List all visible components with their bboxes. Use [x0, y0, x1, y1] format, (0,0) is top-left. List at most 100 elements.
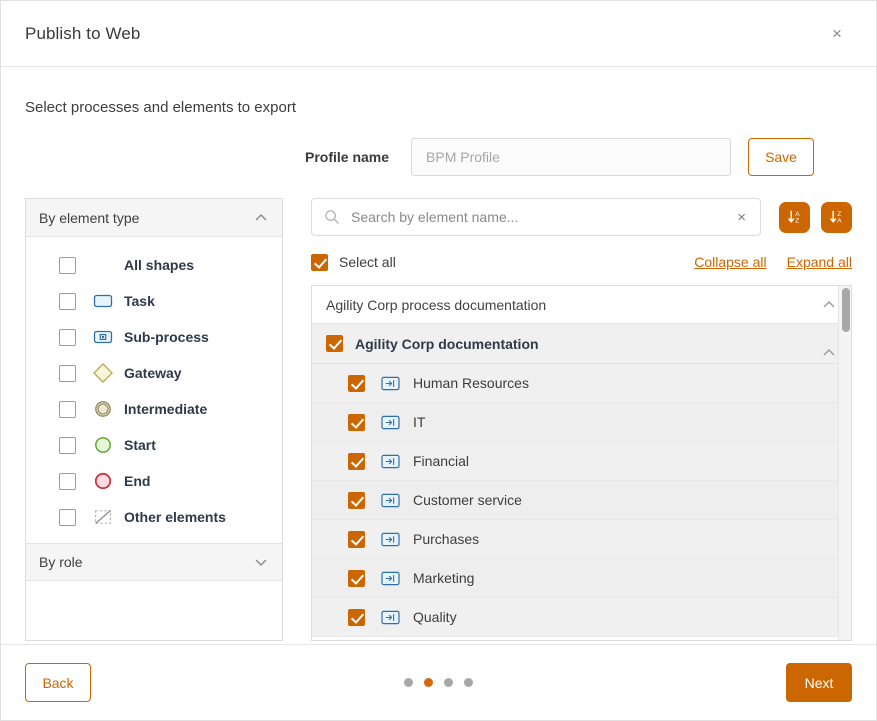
- step-dot[interactable]: [464, 678, 473, 687]
- element-type-row[interactable]: End: [26, 463, 282, 499]
- element-type-label: Gateway: [124, 365, 182, 381]
- tree-node-row[interactable]: IT: [312, 403, 851, 442]
- element-type-checkbox[interactable]: [59, 328, 76, 346]
- tree-node-row[interactable]: Marketing: [312, 559, 851, 598]
- gateway-icon: [92, 362, 114, 384]
- element-type-checkbox[interactable]: [59, 472, 76, 490]
- tree-node-checkbox[interactable]: [348, 491, 365, 509]
- element-type-label: Sub-process: [124, 329, 209, 345]
- step-indicator: [1, 678, 876, 687]
- element-type-row[interactable]: Gateway: [26, 355, 282, 391]
- tree-node-row[interactable]: Customer service: [312, 481, 851, 520]
- step-dot[interactable]: [424, 678, 433, 687]
- by-role-empty-area: [26, 581, 282, 640]
- selection-panel: × A Z Z A: [311, 198, 852, 641]
- step-dot[interactable]: [404, 678, 413, 687]
- svg-text:Z: Z: [795, 218, 799, 225]
- chevron-up-icon[interactable]: [821, 345, 837, 363]
- accordion-by-element-type-label: By element type: [39, 209, 140, 226]
- tree-node-checkbox[interactable]: [348, 452, 365, 470]
- element-type-checkbox[interactable]: [59, 508, 76, 526]
- task-icon: [92, 290, 114, 312]
- accordion-by-role[interactable]: By role: [26, 543, 282, 581]
- tree-node-label: Financial: [413, 453, 470, 469]
- element-type-label: Start: [124, 437, 156, 453]
- element-type-checkbox[interactable]: [59, 256, 76, 274]
- tree-group-row[interactable]: Agility Corp documentation: [312, 324, 851, 364]
- back-button[interactable]: Back: [25, 663, 91, 702]
- end-icon: [92, 470, 114, 492]
- process-tree-inner: Agility Corp process documentation Agili…: [312, 286, 851, 637]
- chevron-up-icon[interactable]: [821, 297, 837, 313]
- tree-node-checkbox[interactable]: [348, 374, 365, 392]
- tree-action-links: Collapse all Expand all: [694, 254, 852, 270]
- tree-node-checkbox[interactable]: [348, 569, 365, 587]
- sort-z-a-button[interactable]: Z A: [821, 201, 852, 233]
- intermediate-icon: [92, 398, 114, 420]
- collapse-all-link[interactable]: Collapse all: [694, 254, 766, 270]
- tree-node-list: Human Resources IT Financial Customer servi…: [312, 364, 851, 637]
- chevron-down-icon: [253, 554, 269, 570]
- element-type-checkbox[interactable]: [59, 364, 76, 382]
- tree-root-label: Agility Corp process documentation: [326, 296, 547, 313]
- step-dot[interactable]: [444, 678, 453, 687]
- publish-to-web-dialog: Publish to Web × Select processes and el…: [0, 0, 877, 721]
- search-input[interactable]: [351, 209, 734, 225]
- sub-process-icon: [381, 493, 400, 508]
- profile-name-row: Profile name Save: [25, 138, 852, 176]
- element-type-checkbox[interactable]: [59, 436, 76, 454]
- element-type-checkbox[interactable]: [59, 292, 76, 310]
- tree-group-label: Agility Corp documentation: [355, 335, 539, 352]
- search-icon: [324, 209, 340, 225]
- tree-scrollbar[interactable]: [838, 286, 851, 640]
- tree-node-row[interactable]: Financial: [312, 442, 851, 481]
- element-type-checkbox[interactable]: [59, 400, 76, 418]
- tree-node-row[interactable]: Purchases: [312, 520, 851, 559]
- element-type-label: Other elements: [124, 509, 226, 525]
- tree-node-checkbox[interactable]: [348, 413, 365, 431]
- sub-process-icon: [381, 610, 400, 625]
- dialog-body: Select processes and elements to export …: [1, 67, 876, 644]
- sub-process-icon: [381, 454, 400, 469]
- select-all-checkbox[interactable]: [311, 253, 328, 271]
- save-button[interactable]: Save: [748, 138, 815, 176]
- element-type-label: Intermediate: [124, 401, 208, 417]
- expand-all-link[interactable]: Expand all: [787, 254, 852, 270]
- element-type-row[interactable]: Sub-process: [26, 319, 282, 355]
- tree-root-row[interactable]: Agility Corp process documentation: [312, 286, 851, 324]
- other-icon: [92, 506, 114, 528]
- filters-panel: By element type All shapes Task Sub-proces…: [25, 198, 283, 641]
- profile-name-label: Profile name: [305, 149, 390, 165]
- element-type-row[interactable]: Start: [26, 427, 282, 463]
- accordion-by-element-type[interactable]: By element type: [26, 199, 282, 237]
- element-type-label: All shapes: [124, 257, 195, 273]
- tree-node-row[interactable]: Quality: [312, 598, 851, 637]
- select-all-row: Select all Collapse all Expand all: [311, 252, 852, 272]
- tree-group-checkbox[interactable]: [326, 335, 343, 352]
- element-type-row[interactable]: Other elements: [26, 499, 282, 535]
- tree-node-label: Human Resources: [413, 375, 529, 391]
- dialog-header: Publish to Web ×: [1, 1, 876, 67]
- section-title: Select processes and elements to export: [25, 99, 296, 116]
- select-all-label: Select all: [339, 254, 396, 270]
- element-type-row[interactable]: All shapes: [26, 247, 282, 283]
- tree-scrollbar-thumb[interactable]: [842, 288, 850, 332]
- tree-node-checkbox[interactable]: [348, 530, 365, 548]
- sort-a-z-button[interactable]: A Z: [779, 201, 810, 233]
- close-icon[interactable]: ×: [822, 19, 852, 49]
- accordion-by-role-label: By role: [39, 554, 83, 570]
- next-button[interactable]: Next: [786, 663, 852, 702]
- element-type-row[interactable]: Intermediate: [26, 391, 282, 427]
- clear-search-icon[interactable]: ×: [733, 209, 750, 226]
- element-type-row[interactable]: Task: [26, 283, 282, 319]
- sub-process-icon: [381, 571, 400, 586]
- tree-node-row[interactable]: Human Resources: [312, 364, 851, 403]
- process-tree: Agility Corp process documentation Agili…: [311, 285, 852, 641]
- chevron-up-icon: [253, 210, 269, 226]
- sub-process-icon: [92, 326, 114, 348]
- tree-node-label: Purchases: [413, 531, 480, 547]
- profile-name-input[interactable]: [411, 138, 732, 176]
- search-box[interactable]: ×: [311, 198, 761, 236]
- search-row: × A Z Z A: [311, 198, 852, 236]
- tree-node-checkbox[interactable]: [348, 608, 365, 626]
